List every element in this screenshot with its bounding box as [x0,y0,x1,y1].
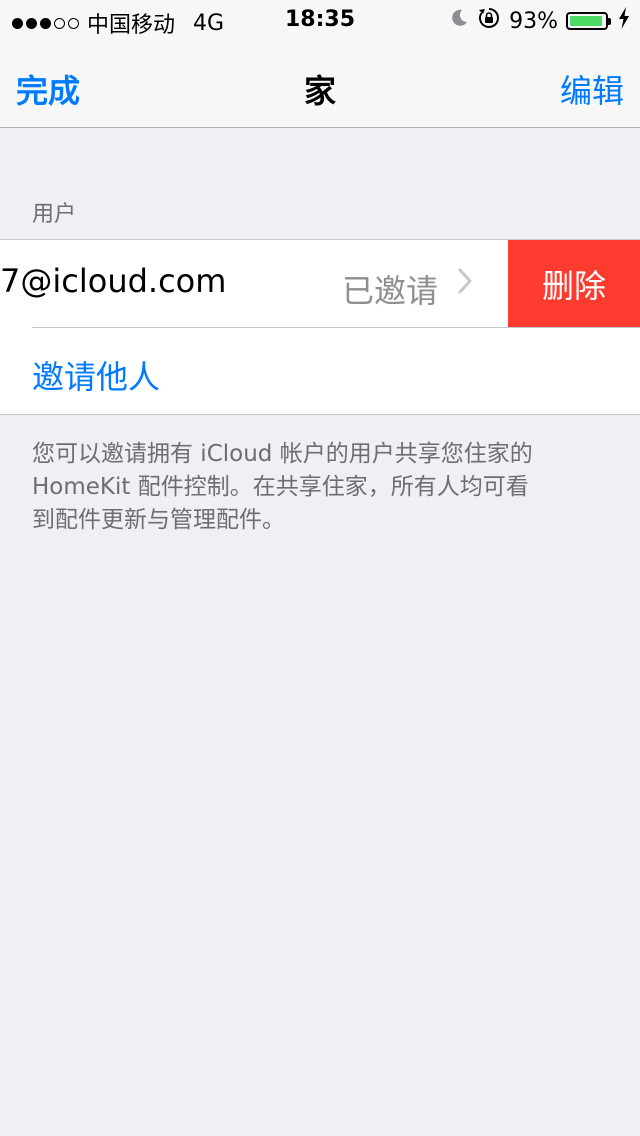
battery-level-fill [570,16,602,26]
charging-bolt-icon [618,7,630,35]
navigation-bar: 完成 家 编辑 [0,40,640,128]
footer-line: HomeKit 配件控制。在共享住家，所有人均可看 [32,474,529,500]
battery-percentage: 93% [509,8,558,34]
edit-button[interactable]: 编辑 [560,66,624,112]
delete-button[interactable]: 删除 [508,240,640,327]
user-email: 7@icloud.com [0,262,227,300]
chevron-right-icon [457,267,473,295]
moon-icon [449,8,469,34]
footer-line: 到配件更新与管理配件。 [32,507,285,533]
users-section-header: 用户 [32,202,77,227]
rotation-lock-icon [477,6,501,36]
battery-icon [566,12,611,30]
status-right: 93% [449,6,630,36]
footer-line: 您可以邀请拥有 iCloud 帐户的用户共享您住家的 [32,441,533,467]
invite-status: 已邀请 [341,272,438,310]
invite-others-row[interactable]: 邀请他人 [0,328,640,414]
users-section-footer: 您可以邀请拥有 iCloud 帐户的用户共享您住家的 HomeKit 配件控制。… [32,438,608,537]
users-table: 7@icloud.com 已邀请 删除 邀请他人 [0,239,640,415]
invite-others-label: 邀请他人 [32,358,161,396]
status-bar: 中国移动 4G 18:35 93% [0,0,640,40]
page-title: 家 [303,72,336,110]
